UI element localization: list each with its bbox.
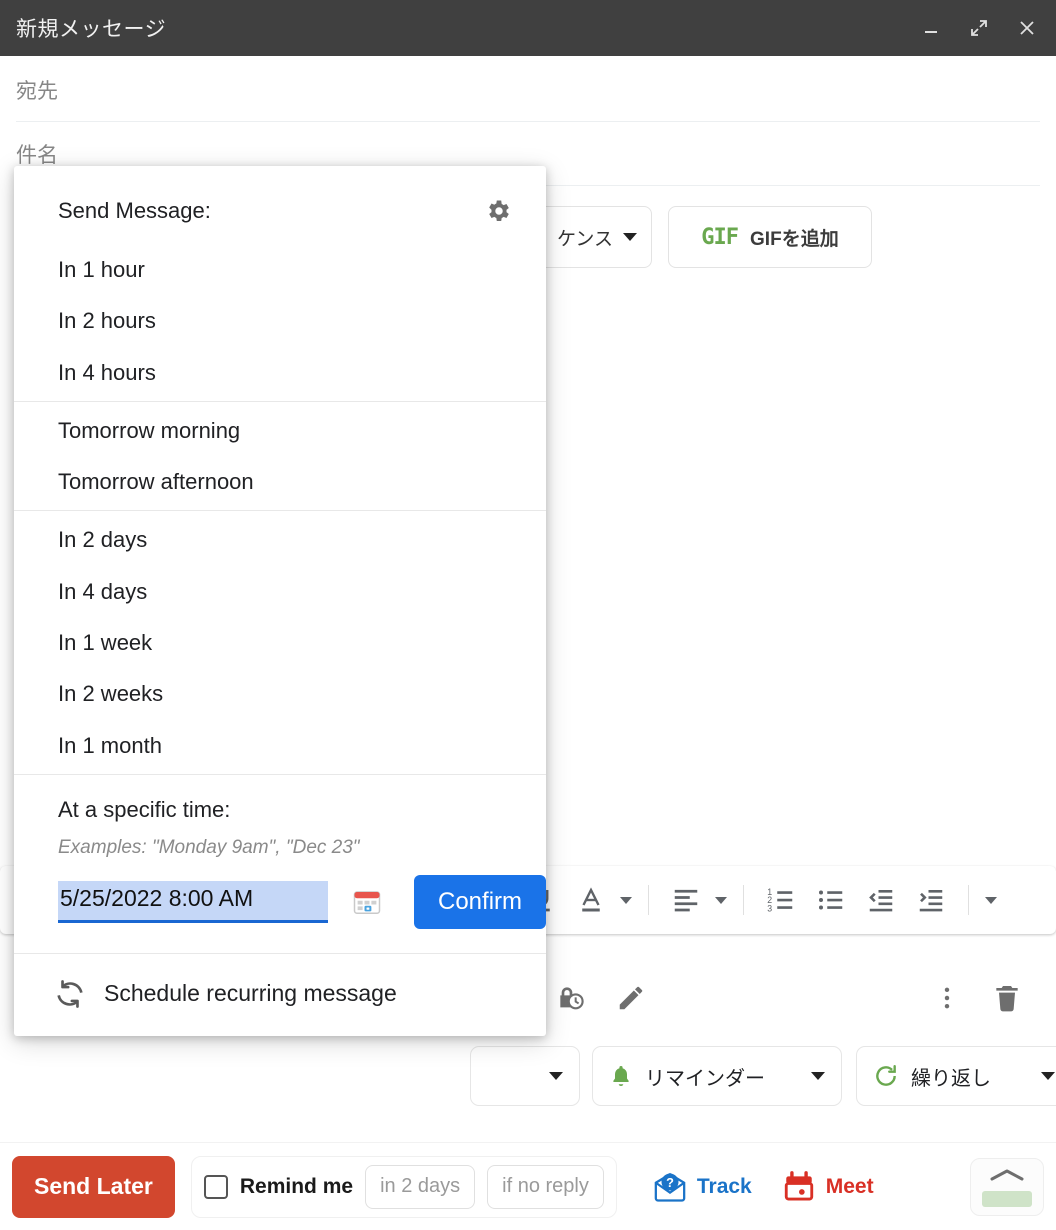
scheduler-option-tomorrow-morning[interactable]: Tomorrow morning: [14, 402, 546, 456]
compose-window: 新規メッセージ 宛先 件名 ケンス GIF GIFを追加 1 2 3 リマインダ…: [0, 0, 1056, 1230]
window-titlebar: 新規メッセージ: [0, 0, 1056, 56]
meet-calendar-icon: [784, 1170, 813, 1200]
add-gif-label: GIFを追加: [750, 228, 839, 250]
remind-condition-input[interactable]: if no reply: [487, 1164, 604, 1209]
remind-when-placeholder: in 2 days: [380, 1175, 461, 1197]
toolbar-divider: [648, 885, 649, 915]
window-title: 新規メッセージ: [16, 18, 167, 41]
hidden-dropdown-button[interactable]: [470, 1046, 580, 1106]
bell-icon: [613, 1066, 629, 1086]
reminder-dropdown-button[interactable]: リマインダー: [592, 1046, 842, 1106]
align-chevron-down-icon[interactable]: [715, 896, 727, 904]
specific-time-examples: Examples: "Monday 9am", "Dec 23": [58, 836, 360, 858]
remind-when-input[interactable]: in 2 days: [365, 1164, 476, 1209]
repeat-dropdown-button[interactable]: 繰り返し: [856, 1046, 1056, 1106]
remind-me-checkbox[interactable]: [203, 1174, 228, 1199]
svg-text:?: ?: [666, 1175, 674, 1190]
schedule-recurring-message-button[interactable]: Schedule recurring message: [14, 954, 546, 1036]
reminder-dropdown-label: リマインダー: [645, 1067, 765, 1090]
compose-bottom-bar: Send Later Remind me in 2 days if no rep…: [0, 1142, 1056, 1230]
send-later-scheduler-panel: Send Message: In 1 hour In 2 hours In 4 …: [14, 166, 546, 1036]
gear-icon[interactable]: [482, 194, 516, 228]
bulleted-list-button[interactable]: [810, 879, 852, 921]
remind-condition-placeholder: if no reply: [502, 1175, 589, 1197]
recipient-label: 宛先: [16, 79, 58, 103]
svg-text:3: 3: [767, 903, 772, 913]
toolbar-divider: [743, 885, 744, 915]
more-options-button[interactable]: [924, 975, 970, 1021]
scheduler-option-tomorrow-afternoon[interactable]: Tomorrow afternoon: [14, 456, 546, 510]
scheduler-header-title: Send Message:: [58, 198, 211, 223]
signature-button[interactable]: [608, 975, 654, 1021]
scheduler-later-section: In 2 days In 4 days In 1 week In 2 weeks…: [14, 511, 546, 773]
window-controls: [918, 15, 1040, 41]
scheduler-specific-time-section: At a specific time: Examples: "Monday 9a…: [14, 775, 546, 953]
close-button[interactable]: [1014, 15, 1040, 41]
confidential-mode-button[interactable]: [548, 975, 594, 1021]
scheduler-option-in-2-weeks[interactable]: In 2 weeks: [14, 668, 546, 719]
meet-button[interactable]: Meet: [782, 1170, 874, 1204]
repeat-icon: [876, 1065, 896, 1086]
scheduler-option-in-2-days[interactable]: In 2 days: [14, 511, 546, 565]
scheduler-option-in-4-hours[interactable]: In 4 hours: [14, 347, 546, 401]
sequence-dropdown-label: ケンス: [556, 228, 613, 250]
expand-button[interactable]: [966, 15, 992, 41]
scheduler-option-in-4-days[interactable]: In 4 days: [14, 566, 546, 617]
resize-handle[interactable]: [970, 1157, 1044, 1216]
indent-more-button[interactable]: [910, 879, 952, 921]
indent-less-button[interactable]: [860, 879, 902, 921]
add-gif-button[interactable]: GIF GIFを追加: [668, 206, 872, 268]
scheduler-option-in-2-hours[interactable]: In 2 hours: [14, 295, 546, 346]
remind-me-label: Remind me: [239, 1174, 354, 1198]
chevron-down-icon: [1041, 1072, 1055, 1080]
toolbar-divider: [968, 885, 969, 915]
discard-draft-button[interactable]: [984, 975, 1030, 1021]
text-color-button[interactable]: [570, 879, 612, 921]
scheduler-quick-section: Send Message: In 1 hour In 2 hours In 4 …: [14, 166, 546, 401]
datetime-input[interactable]: [58, 880, 328, 923]
scheduler-header: Send Message:: [14, 166, 546, 244]
scheduler-option-in-1-month[interactable]: In 1 month: [14, 720, 546, 774]
specific-time-row: Confirm: [14, 859, 546, 953]
minimize-button[interactable]: [918, 15, 944, 41]
refresh-icon: [57, 980, 83, 1008]
confirm-button[interactable]: Confirm: [414, 874, 546, 929]
scheduler-tomorrow-section: Tomorrow morning Tomorrow afternoon: [14, 402, 546, 511]
specific-time-title: At a specific time:: [58, 796, 231, 822]
scheduler-option-in-1-week[interactable]: In 1 week: [14, 617, 546, 668]
chevron-down-icon: [623, 233, 637, 241]
more-format-chevron-down-icon[interactable]: [985, 896, 997, 904]
chevron-up-icon: [990, 1169, 1024, 1180]
meet-label: Meet: [825, 1174, 874, 1198]
chevron-down-icon: [549, 1072, 563, 1080]
gif-icon: GIF: [701, 224, 739, 250]
track-envelope-icon: ?: [654, 1172, 686, 1202]
resize-grip-bar: [982, 1190, 1032, 1207]
calendar-icon[interactable]: [352, 885, 382, 919]
track-label: Track: [696, 1174, 752, 1198]
align-button[interactable]: [665, 879, 707, 921]
subject-label: 件名: [16, 143, 58, 167]
numbered-list-button[interactable]: 1 2 3: [760, 879, 802, 921]
schedule-recurring-message-label: Schedule recurring message: [104, 980, 397, 1007]
remind-me-group: Remind me in 2 days if no reply: [190, 1155, 617, 1218]
repeat-dropdown-label: 繰り返し: [911, 1067, 991, 1090]
chevron-down-icon: [811, 1072, 825, 1080]
track-button[interactable]: ? Track: [653, 1170, 752, 1204]
recipient-field[interactable]: 宛先: [16, 58, 1040, 122]
text-color-chevron-down-icon[interactable]: [620, 896, 632, 904]
scheduler-option-in-1-hour[interactable]: In 1 hour: [14, 244, 546, 295]
send-later-button[interactable]: Send Later: [12, 1155, 175, 1218]
bottom-dropdown-row: リマインダー 繰り返し: [0, 1046, 1056, 1134]
